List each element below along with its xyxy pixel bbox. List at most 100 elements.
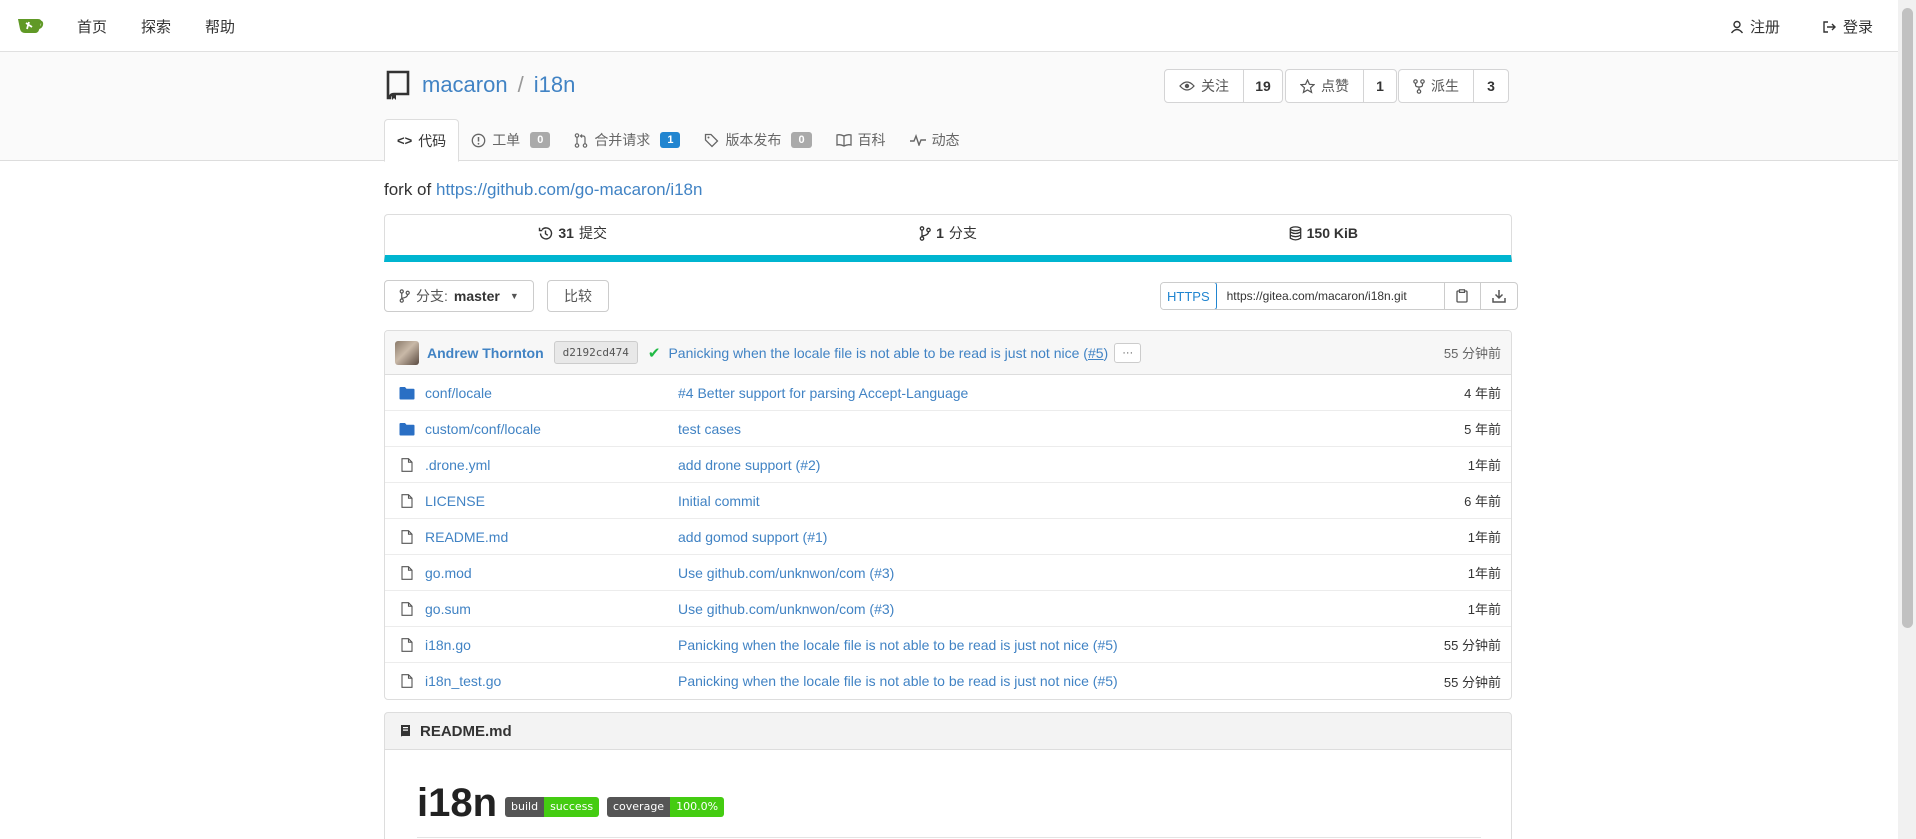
file-commit-message-link[interactable]: Use github.com/unknwon/com (#3) <box>678 601 894 617</box>
pulse-icon <box>909 134 926 146</box>
file-name-link[interactable]: custom/conf/locale <box>425 421 541 437</box>
readme-filename: README.md <box>420 722 512 740</box>
file-name-link[interactable]: go.sum <box>425 601 471 617</box>
commit-expand-button[interactable]: ··· <box>1114 342 1142 363</box>
file-row: conf/locale #4 Better support for parsing… <box>385 375 1511 411</box>
file-row: README.md add gomod support (#1) 1年前 <box>385 519 1511 555</box>
register-link[interactable]: 注册 <box>1730 16 1780 37</box>
download-icon <box>1491 290 1506 303</box>
file-icon <box>401 530 413 544</box>
file-row: go.mod Use github.com/unknwon/com (#3) 1年前 <box>385 555 1511 591</box>
code-icon: <> <box>397 133 413 148</box>
fork-icon <box>1413 78 1425 94</box>
divider <box>417 837 1481 838</box>
file-commit-message-link[interactable]: Initial commit <box>678 493 760 509</box>
scrollbar-thumb[interactable] <box>1902 8 1913 628</box>
repo-tabs: <> 代码 工单 0 合并请求 1 版本发布 0 百科 动态 <box>384 119 972 162</box>
file-name-link[interactable]: conf/locale <box>425 385 492 401</box>
readme-content: i18n build success coverage 100.0% <box>384 749 1512 839</box>
watch-button[interactable]: 关注 <box>1165 70 1244 102</box>
file-icon <box>401 566 413 580</box>
tab-wiki[interactable]: 百科 <box>824 119 898 161</box>
avatar[interactable] <box>395 340 419 365</box>
compare-button[interactable]: 比较 <box>547 280 609 312</box>
commits-count: 31 <box>558 225 574 241</box>
nav-explore[interactable]: 探索 <box>141 16 171 37</box>
file-commit-message-link[interactable]: Panicking when the locale file is not ab… <box>678 637 1118 653</box>
clipboard-icon <box>1456 289 1468 303</box>
clone-url-input[interactable]: https://gitea.com/macaron/i18n.git <box>1217 283 1445 309</box>
fork-source-link[interactable]: https://github.com/go-macaron/i18n <box>436 180 702 199</box>
vertical-scrollbar[interactable] <box>1898 0 1916 839</box>
file-icon <box>401 458 413 472</box>
watch-label: 关注 <box>1201 78 1229 94</box>
branch-icon <box>399 289 410 303</box>
tab-code-label: 代码 <box>418 132 447 149</box>
repo-header: macaron / i18n 关注 19 点赞 1 派生 3 <> 代码 工单 <box>0 52 1898 162</box>
download-button[interactable] <box>1481 283 1517 309</box>
top-navbar: 首页 探索 帮助 注册 登录 <box>0 0 1898 52</box>
tab-code[interactable]: <> 代码 <box>384 119 460 162</box>
tab-issues[interactable]: 工单 0 <box>459 119 562 161</box>
tab-activity[interactable]: 动态 <box>898 119 972 161</box>
file-name-link[interactable]: i18n_test.go <box>425 673 501 689</box>
nav-help[interactable]: 帮助 <box>205 16 235 37</box>
fork-of-line: fork of https://github.com/go-macaron/i1… <box>384 180 702 200</box>
branch-dropdown[interactable]: 分支: master ▼ <box>384 280 534 312</box>
tab-pulls-label: 合并请求 <box>594 132 651 148</box>
file-commit-message-link[interactable]: add gomod support (#1) <box>678 529 827 545</box>
commit-message-text: Panicking when the locale file is not ab… <box>668 344 1088 361</box>
file-name-link[interactable]: i18n.go <box>425 637 471 653</box>
repo-icon <box>386 70 410 100</box>
coverage-badge[interactable]: coverage 100.0% <box>607 797 725 817</box>
star-button[interactable]: 点赞 <box>1286 70 1364 102</box>
tag-icon <box>705 133 719 147</box>
book-icon <box>835 134 852 147</box>
tab-pull-requests[interactable]: 合并请求 1 <box>562 119 692 161</box>
file-age: 4 年前 <box>1464 386 1501 401</box>
file-commit-message-link[interactable]: test cases <box>678 421 741 437</box>
commit-author-link[interactable]: Andrew Thornton <box>427 345 544 361</box>
file-row: i18n_test.go Panicking when the locale fi… <box>385 663 1511 699</box>
build-status-badge[interactable]: build success <box>505 797 600 817</box>
branches-stat[interactable]: 1 分支 <box>760 215 1135 255</box>
commit-pr-link[interactable]: #5 <box>1088 345 1104 361</box>
file-row: LICENSE Initial commit 6 年前 <box>385 483 1511 519</box>
commits-stat[interactable]: 31 提交 <box>385 215 760 255</box>
repo-name-link[interactable]: i18n <box>534 72 576 98</box>
commit-sha-button[interactable]: d2192cd474 <box>553 341 638 364</box>
tab-releases[interactable]: 版本发布 0 <box>692 119 823 161</box>
copy-url-button[interactable] <box>1445 283 1481 309</box>
commit-message[interactable]: Panicking when the locale file is not ab… <box>668 345 1108 361</box>
star-count[interactable]: 1 <box>1364 70 1396 102</box>
fork-button[interactable]: 派生 <box>1399 70 1474 102</box>
file-name-link[interactable]: README.md <box>425 529 508 545</box>
file-name-link[interactable]: .drone.yml <box>425 457 490 473</box>
commit-age: 55 分钟前 <box>1443 346 1501 361</box>
repo-size: 150 KiB <box>1306 225 1358 241</box>
coverage-badge-right: 100.0% <box>670 797 725 817</box>
clone-protocol-https[interactable]: HTTPS <box>1160 283 1217 309</box>
watch-count[interactable]: 19 <box>1244 70 1282 102</box>
star-button-group: 点赞 1 <box>1285 69 1397 103</box>
file-commit-message-link[interactable]: #4 Better support for parsing Accept-Lan… <box>678 385 968 401</box>
nav-home[interactable]: 首页 <box>77 16 107 37</box>
readme-title: i18n <box>417 781 498 825</box>
file-age: 1年前 <box>1467 602 1501 617</box>
clone-panel: HTTPS https://gitea.com/macaron/i18n.git <box>1160 282 1518 310</box>
file-name-link[interactable]: go.mod <box>425 565 472 581</box>
file-age: 1年前 <box>1467 458 1501 473</box>
file-commit-message-link[interactable]: Use github.com/unknwon/com (#3) <box>678 565 894 581</box>
file-icon <box>401 494 413 508</box>
file-name-link[interactable]: LICENSE <box>425 493 485 509</box>
file-commit-message-link[interactable]: Panicking when the locale file is not ab… <box>678 673 1118 689</box>
file-commit-message-link[interactable]: add drone support (#2) <box>678 457 820 473</box>
repo-owner-link[interactable]: macaron <box>422 72 508 98</box>
fork-count[interactable]: 3 <box>1474 70 1508 102</box>
gitea-logo-icon[interactable] <box>16 12 44 40</box>
file-age: 55 分钟前 <box>1443 638 1501 653</box>
tab-issues-label: 工单 <box>492 132 521 148</box>
login-link[interactable]: 登录 <box>1822 16 1873 37</box>
folder-icon <box>399 387 415 400</box>
caret-down-icon: ▼ <box>509 291 519 301</box>
